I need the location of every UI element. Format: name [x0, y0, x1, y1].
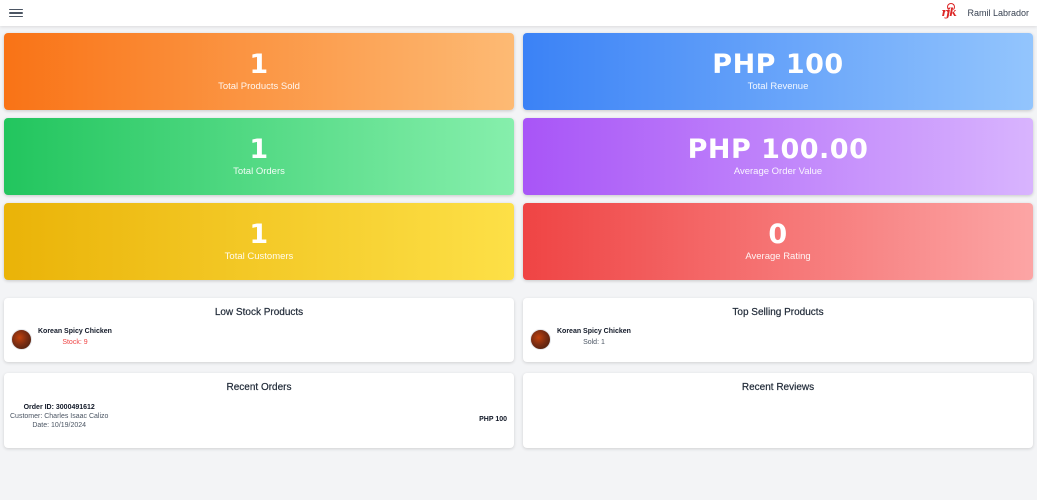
- user-name: Ramil Labrador: [967, 8, 1029, 18]
- stat-label: Total Products Sold: [218, 81, 300, 92]
- low-stock-panel: Low Stock Products Korean Spicy Chicken …: [4, 298, 514, 362]
- stat-label: Average Order Value: [733, 166, 823, 177]
- top-selling-panel: Top Selling Products Korean Spicy Chicke…: [523, 298, 1033, 362]
- stat-label: Total Revenue: [747, 81, 809, 92]
- list-item[interactable]: Korean Spicy Chicken Sold: 1: [530, 327, 631, 350]
- recent-orders-panel: Recent Orders Order ID: 3000491612 Custo…: [4, 373, 514, 448]
- stat-value: 0: [768, 219, 788, 250]
- panel-title: Recent Reviews: [741, 382, 815, 393]
- product-stock: Stock: 9: [62, 338, 88, 346]
- stat-card-avg-order-value: PHP 100.00 Average Order Value: [523, 118, 1033, 195]
- panel-title: Top Selling Products: [732, 307, 824, 318]
- stat-label: Total Orders: [233, 166, 285, 177]
- product-thumbnail: [530, 329, 551, 350]
- stat-value: 1: [249, 134, 269, 165]
- stat-value: 1: [249, 49, 269, 80]
- panel-title: Low Stock Products: [214, 307, 304, 318]
- order-id: Order ID: 3000491612: [23, 404, 95, 411]
- order-customer: Customer: Charles Isaac Calizo: [10, 413, 109, 420]
- recent-reviews-panel: Recent Reviews: [523, 373, 1033, 448]
- order-date: Date: 10/19/2024: [32, 422, 87, 429]
- stat-value: PHP 100.00: [687, 134, 869, 165]
- stat-card-customers: 1 Total Customers: [4, 203, 514, 280]
- top-bar: rjk Ramil Labrador: [0, 0, 1037, 26]
- product-name: Korean Spicy Chicken: [557, 327, 631, 335]
- stat-value: PHP 100: [712, 49, 844, 80]
- stat-card-avg-rating: 0 Average Rating: [523, 203, 1033, 280]
- order-total: PHP 100: [479, 416, 507, 423]
- hamburger-menu-icon[interactable]: [9, 7, 23, 19]
- list-item[interactable]: Korean Spicy Chicken Stock: 9: [11, 327, 112, 350]
- stat-label: Total Customers: [224, 251, 294, 262]
- stat-value: 1: [249, 219, 269, 250]
- user-profile[interactable]: rjk Ramil Labrador: [941, 3, 1029, 20]
- product-thumbnail: [11, 329, 32, 350]
- stat-card-orders: 1 Total Orders: [4, 118, 514, 195]
- panel-title: Recent Orders: [226, 382, 292, 393]
- stat-label: Average Rating: [745, 251, 811, 262]
- product-sold: Sold: 1: [583, 338, 605, 346]
- stat-card-products-sold: 1 Total Products Sold: [4, 33, 514, 110]
- brand-logo: rjk: [941, 3, 963, 20]
- product-name: Korean Spicy Chicken: [38, 327, 112, 335]
- order-item[interactable]: Order ID: 3000491612 Customer: Charles I…: [10, 404, 108, 429]
- stat-card-revenue: PHP 100 Total Revenue: [523, 33, 1033, 110]
